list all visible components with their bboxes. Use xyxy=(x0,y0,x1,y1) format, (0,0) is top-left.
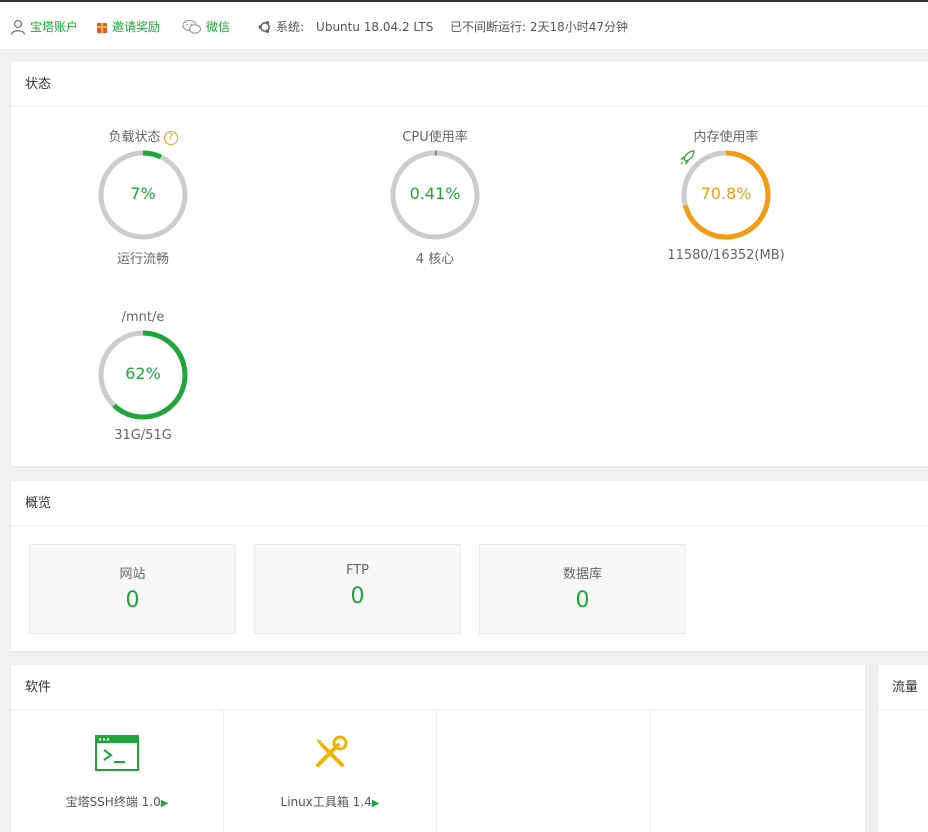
load-gauge-title: 负载状态 xyxy=(108,130,161,145)
overview-panel: 概览 网站 0 FTP 0 数据库 0 xyxy=(11,481,928,651)
user-icon xyxy=(10,19,26,35)
overview-databases[interactable]: 数据库 0 xyxy=(479,544,686,634)
cpu-gauge-title: CPU使用率 xyxy=(402,130,468,145)
status-title: 状态 xyxy=(11,62,928,107)
play-icon[interactable]: ▶ xyxy=(372,798,380,809)
disk-gauge-title: /mnt/e xyxy=(121,310,165,325)
gift-icon xyxy=(97,22,107,33)
software-ssh-name: 宝塔SSH终端 1.0 xyxy=(65,795,161,809)
system-value: Ubuntu 18.04.2 LTS xyxy=(316,19,434,34)
disk-ring: 62% xyxy=(96,328,190,422)
overview-ftp-label: FTP xyxy=(345,563,370,578)
cpu-sub: 4 核心 xyxy=(415,252,455,267)
system-label: 系统: xyxy=(276,20,305,34)
disk-gauge[interactable]: /mnt/e 62% 31G/51G xyxy=(58,308,228,443)
invite-label: 邀请奖励 xyxy=(112,20,161,34)
cpu-value: 0.41% xyxy=(409,184,461,203)
load-value: 7% xyxy=(130,184,156,203)
uptime-text: 已不间断运行: 2天18小时47分钟 xyxy=(450,20,629,34)
invite-link[interactable]: 邀请奖励 xyxy=(96,18,160,35)
wechat-label: 微信 xyxy=(206,20,231,34)
cpu-ring: 0.41% xyxy=(388,148,482,242)
software-title: 软件 xyxy=(11,665,865,710)
wechat-icon xyxy=(182,19,202,34)
load-gauge-title-row: 负载状态 ? xyxy=(58,128,228,148)
memory-value: 70.8% xyxy=(700,184,752,203)
memory-sub: 11580/16352(MB) xyxy=(667,248,785,263)
memory-gauge-title: 内存使用率 xyxy=(693,130,759,145)
software-empty-slot xyxy=(438,710,651,832)
memory-gauge[interactable]: 内存使用率 70.8% 11580/16352(MB) xyxy=(641,128,811,263)
software-empty-slot xyxy=(651,710,864,832)
load-ring: 7% xyxy=(96,148,190,242)
overview-websites-label: 网站 xyxy=(119,567,146,582)
disk-value: 62% xyxy=(125,364,161,383)
overview-websites[interactable]: 网站 0 xyxy=(29,544,236,634)
rocket-icon[interactable] xyxy=(679,148,697,166)
software-item-toolbox[interactable]: Linux工具箱 1.4▶ xyxy=(224,710,437,832)
load-sub: 运行流畅 xyxy=(116,252,169,267)
wechat-link[interactable]: 微信 xyxy=(182,18,230,35)
traffic-panel: 流量 xyxy=(878,665,928,832)
memory-ring: 70.8% xyxy=(679,148,773,242)
system-info: 系统: Ubuntu 18.04.2 LTS xyxy=(258,18,433,35)
software-panel: 软件 宝塔SSH终端 1.0▶ Linux工具箱 1.4▶ xyxy=(11,665,865,832)
traffic-title: 流量 xyxy=(878,665,928,710)
ubuntu-icon xyxy=(258,20,270,33)
overview-title: 概览 xyxy=(11,481,928,526)
software-toolbox-name: Linux工具箱 1.4 xyxy=(280,795,372,809)
status-panel: 状态 负载状态 ? 7% 运行流畅 CPU使用率 0.41% 4 核心 内存使用… xyxy=(11,62,928,466)
help-icon[interactable]: ? xyxy=(163,131,178,145)
software-item-toolbox-label: Linux工具箱 1.4▶ xyxy=(224,793,436,810)
play-icon[interactable]: ▶ xyxy=(161,798,169,809)
account-label: 宝塔账户 xyxy=(30,20,79,34)
overview-databases-count[interactable]: 0 xyxy=(480,588,685,613)
software-item-ssh[interactable]: 宝塔SSH终端 1.0▶ xyxy=(11,710,224,832)
software-item-ssh-label: 宝塔SSH终端 1.0▶ xyxy=(11,793,223,810)
terminal-icon xyxy=(95,735,139,771)
top-bar: 宝塔账户 邀请奖励 微信 系统: Ubuntu 18.04.2 LTS 已不间断… xyxy=(0,0,928,50)
overview-websites-count[interactable]: 0 xyxy=(30,588,235,613)
account-link[interactable]: 宝塔账户 xyxy=(10,18,78,35)
overview-ftp[interactable]: FTP 0 xyxy=(254,544,461,634)
overview-databases-label: 数据库 xyxy=(562,567,602,582)
cpu-gauge[interactable]: CPU使用率 0.41% 4 核心 xyxy=(350,128,520,267)
overview-ftp-count[interactable]: 0 xyxy=(255,584,460,609)
load-gauge[interactable]: 负载状态 ? 7% 运行流畅 xyxy=(58,128,228,267)
disk-sub: 31G/51G xyxy=(114,428,172,443)
tools-icon xyxy=(316,735,348,767)
